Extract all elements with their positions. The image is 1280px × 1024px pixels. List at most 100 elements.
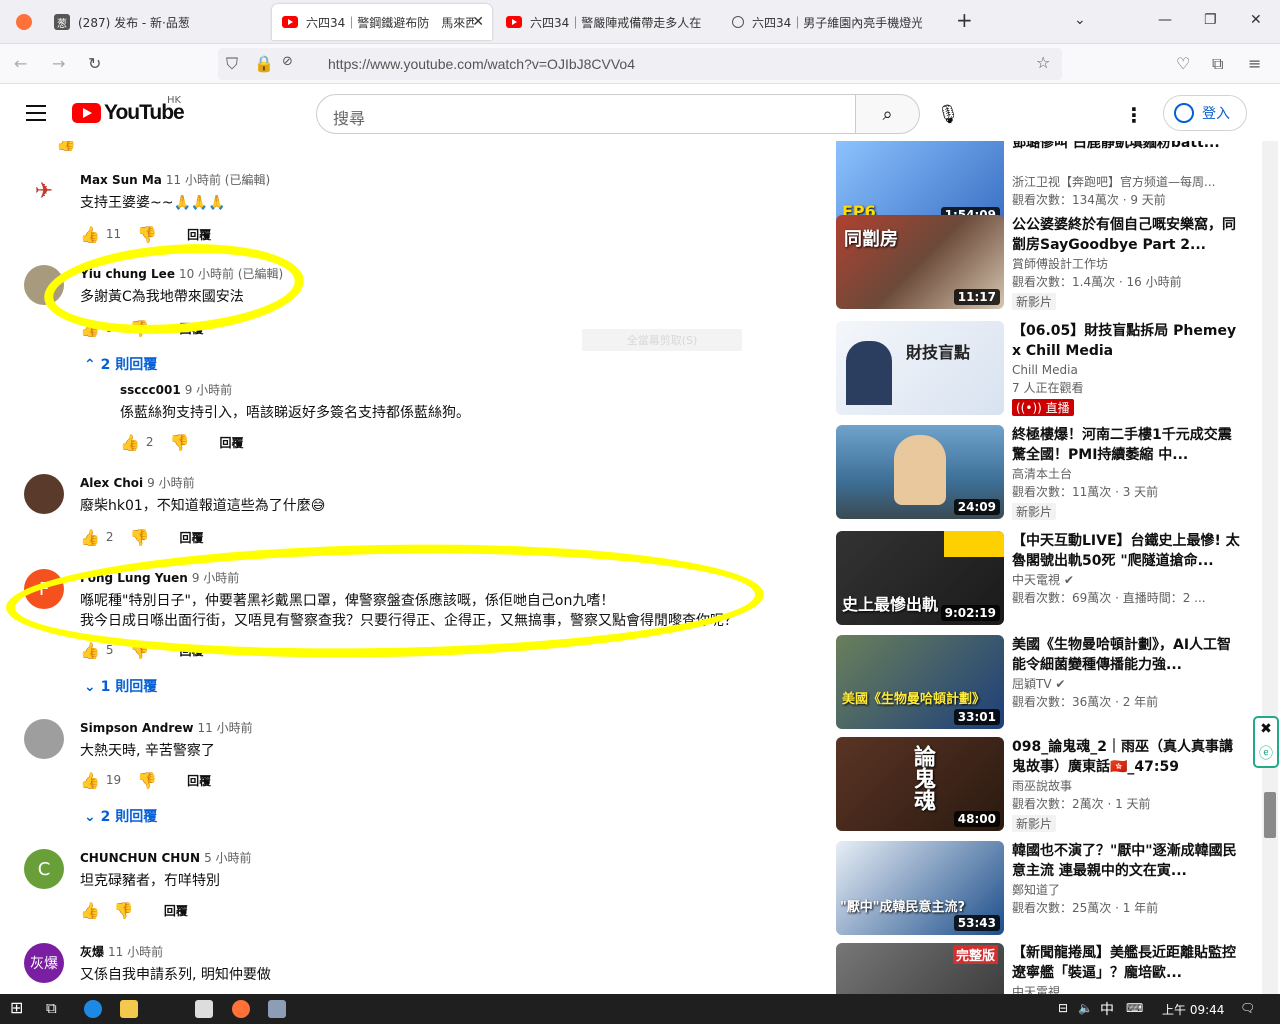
lock-icon[interactable]: 🔒: [254, 54, 274, 73]
video-thumbnail[interactable]: 論鬼魂 48:00: [836, 737, 1004, 831]
task-view-icon[interactable]: ⧉: [46, 999, 64, 1017]
avatar[interactable]: [24, 265, 64, 305]
video-thumbnail[interactable]: 財技盲點: [836, 321, 1004, 415]
comment-time[interactable]: 5 小時前: [204, 851, 251, 865]
comment-time[interactable]: 9 小時前: [192, 571, 239, 585]
comment-author[interactable]: 灰爆: [80, 945, 104, 959]
dislike-icon[interactable]: 👎: [130, 528, 150, 547]
channel-name[interactable]: 雨巫說故事: [1012, 777, 1244, 795]
reply-button[interactable]: 回覆: [179, 529, 203, 546]
firefox-taskbar-icon[interactable]: [232, 1000, 250, 1018]
close-tab-icon[interactable]: ✕: [472, 14, 484, 30]
new-tab-button[interactable]: +: [956, 8, 973, 32]
related-video[interactable]: 史上最慘出軌 9:02:19 【中天互動LIVE】台鐵史上最慘! 太魯閣號出軌5…: [836, 531, 1246, 625]
mail-icon[interactable]: [195, 1000, 213, 1018]
sign-in-button[interactable]: 登入: [1163, 95, 1247, 131]
tab-video-2[interactable]: 六四34｜警嚴陣戒備帶走多人在: [496, 4, 718, 40]
video-title[interactable]: 終極樓爆！河南二手樓1千元成交震驚全國！PMI持續萎縮 中...: [1012, 425, 1244, 465]
comment-time[interactable]: 11 小時前 (已編輯): [166, 173, 270, 187]
network-icon[interactable]: ⊟: [1058, 1001, 1068, 1015]
windows-start-icon[interactable]: ⊞: [10, 998, 28, 1017]
channel-name[interactable]: Chill Media: [1012, 361, 1244, 379]
url-text[interactable]: https://www.youtube.com/watch?v=OJIbJ8CV…: [328, 56, 635, 72]
ime-options-icon[interactable]: ⌨: [1126, 1001, 1143, 1015]
related-video[interactable]: 完整版 【新聞龍捲風】美艦長近距離貼監控遼寧艦「裝逼」？龐培歐... 中天電視: [836, 943, 1246, 994]
related-video[interactable]: "厭中"成韓民意主流? 53:43 韓國也不演了？"厭中"逐漸成韓國民意主流 連…: [836, 841, 1246, 935]
comment-author[interactable]: Fong Lung Yuen: [80, 571, 188, 585]
reply-button[interactable]: 回覆: [187, 226, 211, 243]
channel-name[interactable]: 高清本土台: [1012, 465, 1244, 483]
app-taskbar-icon[interactable]: [268, 1000, 286, 1018]
bookmark-star-icon[interactable]: ☆: [1036, 53, 1050, 72]
channel-name[interactable]: 中天電視: [1012, 983, 1244, 994]
like-icon[interactable]: 👍: [80, 641, 100, 660]
related-video[interactable]: 24:09 終極樓爆！河南二手樓1千元成交震驚全國！PMI持續萎縮 中... 高…: [836, 425, 1246, 520]
tab-video-3[interactable]: 六四34｜男子維園內亮手機燈光: [722, 4, 942, 40]
reply-button[interactable]: 回覆: [219, 434, 243, 451]
page-scrollbar[interactable]: [1262, 141, 1278, 994]
reply-button[interactable]: 回覆: [179, 642, 203, 659]
restore-icon[interactable]: ❐: [1204, 12, 1217, 28]
video-title[interactable]: 098_論鬼魂_2｜雨巫（真人真事講鬼故事）廣東話🇭🇰_47:59: [1012, 737, 1244, 777]
tab-pincong[interactable]: 葱 (287) 发布 - 新·品葱: [44, 4, 270, 40]
guide-menu-icon[interactable]: [26, 105, 46, 121]
comment-time[interactable]: 9 小時前: [185, 383, 232, 397]
replies-toggle[interactable]: ⌄ 1 則回覆: [84, 676, 157, 696]
channel-name[interactable]: 中天電視 ✔: [1012, 571, 1244, 589]
comment-time[interactable]: 10 小時前 (已編輯): [179, 267, 283, 281]
related-video[interactable]: 財技盲點 【06.05】財技盲點拆局 Phemey x Chill Media …: [836, 321, 1246, 416]
like-icon[interactable]: 👍: [80, 319, 100, 338]
replies-toggle[interactable]: ⌄ 2 則回覆: [84, 806, 157, 826]
related-video[interactable]: 論鬼魂 48:00 098_論鬼魂_2｜雨巫（真人真事講鬼故事）廣東話🇭🇰_47…: [836, 737, 1246, 832]
reply-button[interactable]: 回覆: [164, 902, 188, 919]
dislike-icon[interactable]: 👎: [130, 319, 150, 338]
back-icon[interactable]: ←: [14, 54, 27, 73]
video-thumbnail[interactable]: 史上最慘出軌 9:02:19: [836, 531, 1004, 625]
comment-author[interactable]: Max Sun Ma: [80, 173, 162, 187]
volume-icon[interactable]: 🔈: [1078, 1001, 1093, 1015]
scrollbar-thumb[interactable]: [1264, 792, 1276, 838]
avatar[interactable]: [24, 474, 64, 514]
video-thumbnail[interactable]: 24:09: [836, 425, 1004, 519]
extensions-icon[interactable]: ⧉: [1212, 54, 1223, 74]
youtube-logo[interactable]: YouTube HK: [72, 95, 185, 125]
like-icon[interactable]: 👍: [80, 771, 100, 790]
video-thumbnail[interactable]: 美國《生物曼哈頓計劃》 33:01: [836, 635, 1004, 729]
avatar[interactable]: F: [24, 569, 64, 609]
like-icon[interactable]: 👍: [56, 141, 76, 152]
dislike-icon[interactable]: 👎: [114, 901, 134, 920]
minimize-icon[interactable]: —: [1158, 12, 1172, 28]
channel-name[interactable]: 浙江卫视【奔跑吧】官方频道—每周...: [1012, 173, 1244, 191]
comment-author[interactable]: Alex Choi: [80, 476, 143, 490]
app-menu-icon[interactable]: ≡: [1248, 54, 1261, 73]
channel-name[interactable]: 賞師傅設計工作坊: [1012, 255, 1244, 273]
video-title[interactable]: 【中天互動LIVE】台鐵史上最慘! 太魯閣號出軌50死 "爬隧道搶命...: [1012, 531, 1244, 571]
reload-icon[interactable]: ↻: [88, 54, 101, 73]
avatar[interactable]: ✈: [24, 171, 64, 211]
reply-button[interactable]: 回覆: [187, 772, 211, 789]
video-thumbnail[interactable]: "厭中"成韓民意主流? 53:43: [836, 841, 1004, 935]
ime-indicator[interactable]: 中: [1100, 999, 1114, 1019]
video-title[interactable]: 美國《生物曼哈頓計劃》，AI人工智能令細菌變種傳播能力強...: [1012, 635, 1244, 675]
comment-time[interactable]: 11 小時前: [198, 721, 253, 735]
notification-icon[interactable]: 🗨: [1240, 1001, 1255, 1015]
tab-list-icon[interactable]: ⌄: [1074, 12, 1086, 28]
firefox-menu-icon[interactable]: [6, 4, 36, 40]
comment-time[interactable]: 11 小時前: [108, 945, 163, 959]
url-bar[interactable]: ⛉ 🔒 ⊘ https://www.youtube.com/watch?v=OJ…: [218, 48, 1062, 80]
window-close-icon[interactable]: ✕: [1250, 12, 1262, 28]
comment-time[interactable]: 9 小時前: [147, 476, 194, 490]
video-title[interactable]: 公公婆婆終於有個自己嘅安樂窩，同劏房SayGoodbye Part 2...: [1012, 215, 1244, 255]
clock[interactable]: 上午 09:44: [1162, 1001, 1224, 1018]
replies-toggle[interactable]: ⌃ 2 則回覆: [84, 354, 157, 374]
avatar[interactable]: C: [24, 849, 64, 889]
settings-more-icon[interactable]: ⋮: [1124, 103, 1144, 127]
video-title[interactable]: 韓國也不演了？"厭中"逐漸成韓國民意主流 連最親中的文在寅...: [1012, 841, 1244, 881]
comment-author[interactable]: ssccc001: [120, 383, 181, 397]
like-icon[interactable]: 👍: [80, 901, 100, 920]
avatar[interactable]: [24, 719, 64, 759]
dislike-icon[interactable]: 👎: [130, 641, 150, 660]
channel-name[interactable]: 屈穎TV ✔: [1012, 675, 1244, 693]
permissions-icon[interactable]: ⊘: [282, 54, 293, 69]
related-video[interactable]: 美國《生物曼哈頓計劃》 33:01 美國《生物曼哈頓計劃》，AI人工智能令細菌變…: [836, 635, 1246, 729]
